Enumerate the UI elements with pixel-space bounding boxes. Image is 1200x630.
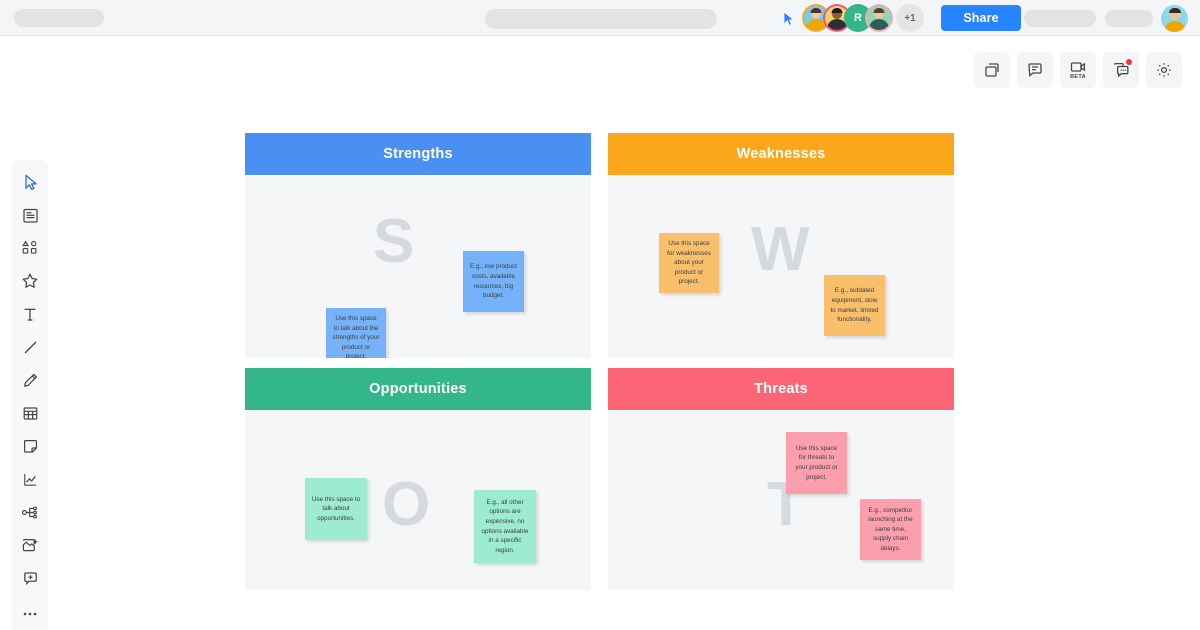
- pen-icon: [22, 372, 39, 394]
- video-call-button[interactable]: BETA: [1060, 52, 1096, 88]
- templates-tool-button[interactable]: [13, 201, 47, 234]
- line-tool-button[interactable]: [13, 333, 47, 366]
- beta-badge: BETA: [1070, 73, 1086, 80]
- more-tools-button[interactable]: [13, 597, 47, 630]
- header-action-placeholder-2[interactable]: [1105, 10, 1153, 27]
- text-tool-button[interactable]: [13, 300, 47, 333]
- quadrant-body-strengths: S Use this space to talk about the stren…: [245, 175, 591, 358]
- header-action-placeholder-1[interactable]: [1024, 10, 1096, 27]
- image-tool-button[interactable]: [13, 531, 47, 564]
- chart-icon: [22, 471, 39, 493]
- quadrant-title-weaknesses: Weaknesses: [608, 133, 954, 175]
- sticky-note[interactable]: Use this space to talk about the strengt…: [326, 308, 386, 358]
- collaborator-avatars: R +1: [802, 4, 924, 32]
- quadrant-opportunities[interactable]: Opportunities O Use this space to talk a…: [245, 368, 591, 590]
- select-cursor-icon: [23, 174, 38, 196]
- star-icon: [21, 272, 39, 295]
- quadrant-strengths[interactable]: Strengths S Use this space to talk about…: [245, 133, 591, 358]
- chat-button[interactable]: [1103, 52, 1139, 88]
- sticky-note[interactable]: E.g., outdated equipment, slow to market…: [824, 275, 885, 336]
- shapes-icon: [21, 240, 39, 261]
- comment-add-tool-button[interactable]: [13, 564, 47, 597]
- quadrant-body-threats: T Use this space for threats to your pro…: [608, 410, 954, 590]
- shapes-tool-button[interactable]: [13, 234, 47, 267]
- quadrant-body-opportunities: O Use this space to talk about opportuni…: [245, 410, 591, 590]
- pen-tool-button[interactable]: [13, 366, 47, 399]
- sticky-note[interactable]: Use this space for weaknesses about your…: [659, 233, 719, 293]
- quadrant-threats[interactable]: Threats T Use this space for threats to …: [608, 368, 954, 590]
- text-icon: [22, 306, 38, 328]
- watermark-letter-o: O: [382, 470, 431, 539]
- template-icon: [22, 207, 39, 229]
- quadrant-title-strengths: Strengths: [245, 133, 591, 175]
- quadrant-weaknesses[interactable]: Weaknesses W Use this space for weakness…: [608, 133, 954, 358]
- gear-icon: [1155, 61, 1173, 79]
- chart-tool-button[interactable]: [13, 465, 47, 498]
- comment-add-icon: [22, 570, 39, 592]
- avatar-overflow-badge[interactable]: +1: [896, 4, 924, 32]
- top-right-toolbar: BETA: [974, 52, 1182, 88]
- comment-icon: [1026, 61, 1044, 79]
- avatar[interactable]: [865, 4, 893, 32]
- mindmap-icon: [21, 504, 39, 526]
- settings-button[interactable]: [1146, 52, 1182, 88]
- sticky-note-tool-button[interactable]: [13, 432, 47, 465]
- app-header: R +1 Share: [0, 0, 1200, 36]
- select-tool-button[interactable]: [13, 168, 47, 201]
- sticky-note[interactable]: E.g., low product costs, available resou…: [463, 251, 524, 312]
- watermark-letter-w: W: [751, 215, 810, 284]
- left-toolbar: [12, 160, 48, 630]
- board-title-placeholder[interactable]: [485, 9, 717, 29]
- frames-icon: [983, 61, 1001, 79]
- share-button[interactable]: Share: [941, 5, 1021, 31]
- line-icon: [22, 339, 39, 361]
- pointer-cursor-icon: [782, 11, 796, 27]
- avatar-initial-label: R: [854, 12, 862, 24]
- watermark-letter-s: S: [373, 207, 415, 276]
- notification-dot: [1126, 59, 1132, 65]
- whiteboard-app: R +1 Share BETA Strengths S Use this spa…: [0, 0, 1200, 630]
- header-logo-placeholder: [14, 9, 104, 27]
- quadrant-title-threats: Threats: [608, 368, 954, 410]
- comment-button[interactable]: [1017, 52, 1053, 88]
- sticky-note[interactable]: E.g., all other options are expensive, n…: [474, 490, 536, 563]
- table-icon: [22, 405, 39, 427]
- swot-board: Strengths S Use this space to talk about…: [245, 133, 954, 590]
- frames-button[interactable]: [974, 52, 1010, 88]
- table-tool-button[interactable]: [13, 399, 47, 432]
- sticky-note[interactable]: Use this space for threats to your produ…: [786, 432, 847, 494]
- sticky-note[interactable]: E.g., competitor launching at the same t…: [860, 499, 921, 560]
- user-avatar[interactable]: [1161, 5, 1188, 32]
- image-icon: [21, 537, 39, 559]
- video-call-icon: [1069, 60, 1087, 74]
- quadrant-title-opportunities: Opportunities: [245, 368, 591, 410]
- sticky-note-icon: [22, 438, 39, 460]
- quadrant-body-weaknesses: W Use this space for weaknesses about yo…: [608, 175, 954, 358]
- sticky-note[interactable]: Use this space to talk about opportuniti…: [305, 478, 367, 540]
- mindmap-tool-button[interactable]: [13, 498, 47, 531]
- more-icon: [21, 605, 39, 623]
- star-tool-button[interactable]: [13, 267, 47, 300]
